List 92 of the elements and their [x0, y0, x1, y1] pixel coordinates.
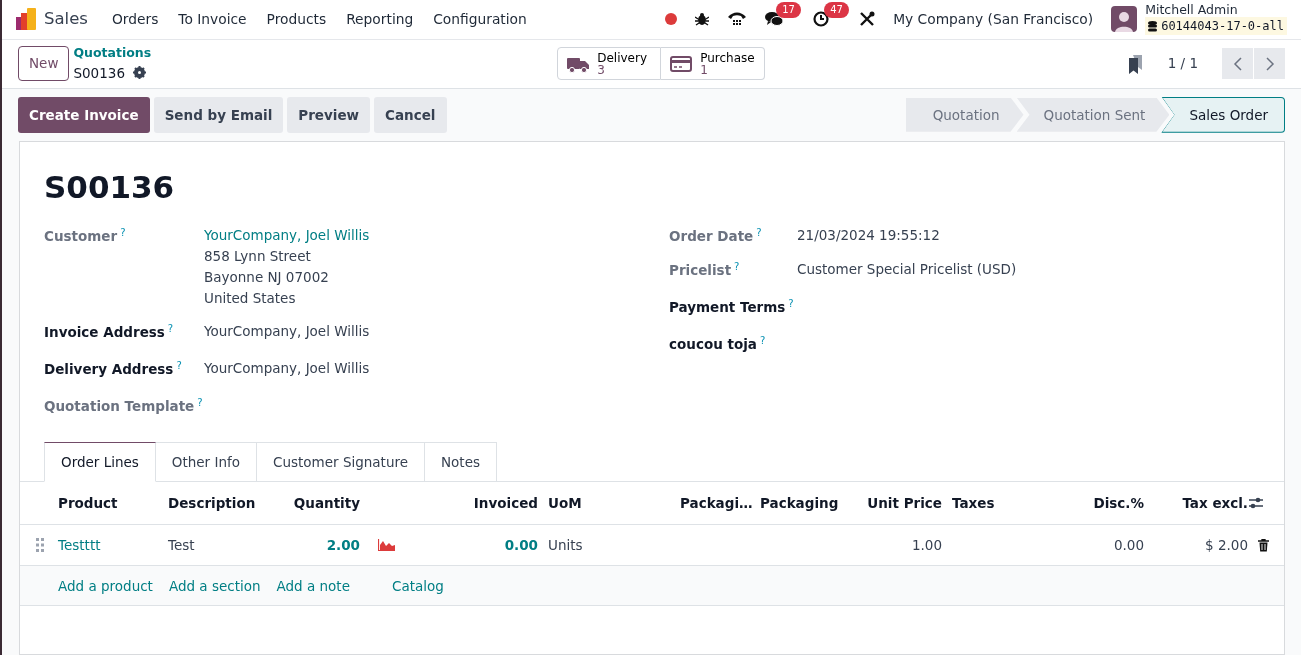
- database-name: 60144043-17-0-all: [1161, 18, 1284, 36]
- chevron-right-icon: [1264, 55, 1275, 72]
- column-header[interactable]: UoM: [538, 482, 670, 525]
- app-name[interactable]: Sales: [36, 6, 102, 32]
- menu-item[interactable]: Products: [256, 8, 337, 30]
- table-cell-text: Test: [168, 536, 196, 556]
- tab[interactable]: Customer Signature: [257, 442, 425, 483]
- clock-icon[interactable]: [813, 11, 830, 28]
- table-cell-text: 1.00: [910, 536, 942, 556]
- menu-item[interactable]: Configuration: [423, 8, 537, 30]
- table-cell-text: 0.00: [1112, 536, 1144, 556]
- tab[interactable]: Notes: [425, 442, 497, 483]
- drag-handle-icon[interactable]: [36, 538, 44, 553]
- help-mark[interactable]: ?: [759, 335, 766, 347]
- field-value: United States: [204, 289, 297, 309]
- action-button[interactable]: Cancel: [374, 96, 447, 133]
- chevron-left-icon: [1232, 55, 1243, 72]
- new-button[interactable]: New: [18, 46, 70, 81]
- menu-item[interactable]: Orders: [101, 8, 169, 30]
- table-cell-text: Units: [547, 536, 584, 556]
- activity-count-badge: 47: [824, 2, 849, 19]
- column-header[interactable]: Taxes: [942, 482, 1051, 525]
- action-button[interactable]: Preview: [287, 96, 371, 133]
- app-logo-icon[interactable]: [16, 8, 36, 31]
- add-line-link[interactable]: Add a note: [276, 575, 350, 596]
- area-chart-icon[interactable]: [378, 539, 395, 552]
- help-mark[interactable]: ?: [788, 298, 794, 310]
- action-button[interactable]: Create Invoice: [18, 96, 150, 133]
- bookmark-icon[interactable]: [1127, 53, 1144, 74]
- column-header[interactable]: Unit Price: [851, 482, 942, 525]
- smart-button[interactable]: Delivery 3: [557, 47, 662, 81]
- add-line-link[interactable]: Add a product: [58, 575, 153, 596]
- record-name: S00136: [73, 63, 125, 83]
- menu-item[interactable]: To Invoice: [168, 8, 257, 30]
- product-link[interactable]: Testttt: [58, 525, 168, 566]
- column-header[interactable]: Description: [168, 482, 273, 525]
- trash-icon[interactable]: [1258, 538, 1269, 552]
- pager-value: 1 / 1: [1167, 54, 1198, 74]
- tab[interactable]: Other Info: [155, 442, 257, 483]
- column-header[interactable]: Packagi…: [670, 482, 750, 525]
- field-label: Quotation Template: [44, 398, 195, 415]
- smart-button[interactable]: Purchase 1: [661, 47, 766, 81]
- column-settings-icon[interactable]: [1248, 496, 1264, 511]
- help-mark[interactable]: ?: [176, 360, 182, 372]
- action-button[interactable]: Send by Email: [153, 96, 284, 133]
- help-mark[interactable]: ?: [756, 227, 762, 239]
- field-value: 858 Lynn Street: [204, 247, 312, 267]
- status-stage[interactable]: Quotation: [904, 96, 1025, 133]
- field-label: Payment Terms: [669, 299, 786, 316]
- table-cell-text: 2.00: [325, 536, 360, 556]
- help-mark[interactable]: ?: [197, 397, 203, 409]
- tab[interactable]: Order Lines: [44, 442, 156, 483]
- field-label: Customer: [44, 228, 118, 245]
- settings-icon[interactable]: [132, 66, 146, 80]
- table-cell-text: 0.00: [503, 536, 538, 556]
- help-mark[interactable]: ?: [734, 261, 740, 273]
- message-count-badge: 17: [776, 2, 801, 19]
- database-icon: [1148, 20, 1158, 32]
- field-value: Bayonne NJ 07002: [204, 268, 330, 288]
- user-name: Mitchell Admin: [1145, 3, 1239, 18]
- record-title: S00136: [43, 167, 176, 207]
- help-mark[interactable]: ?: [120, 227, 126, 239]
- menu-item[interactable]: Reporting: [336, 8, 424, 30]
- column-header[interactable]: Product: [58, 482, 168, 525]
- breadcrumb-link[interactable]: Quotations: [73, 44, 152, 63]
- customer-link[interactable]: YourCompany, Joel Willis: [204, 225, 370, 247]
- field-value: YourCompany, Joel Willis: [204, 359, 370, 379]
- column-header[interactable]: Invoiced: [400, 482, 538, 525]
- field-label: Pricelist: [669, 262, 732, 279]
- tools-icon[interactable]: [859, 11, 876, 28]
- credit-card-icon: [670, 54, 693, 73]
- field-label: Invoice Address: [44, 324, 165, 341]
- column-header[interactable]: Tax excl.: [1144, 482, 1248, 525]
- field-label: Order Date: [669, 228, 754, 245]
- add-line-link[interactable]: Add a section: [168, 575, 261, 596]
- add-line-link[interactable]: Catalog: [391, 575, 444, 596]
- record-dot-icon[interactable]: [665, 13, 678, 26]
- table-cell-text: $ 2.00: [1204, 536, 1248, 556]
- field-value: YourCompany, Joel Willis: [204, 322, 370, 342]
- phone-icon[interactable]: [727, 11, 748, 28]
- field-value: Customer Special Pricelist (USD): [797, 260, 1017, 280]
- bug-icon[interactable]: [695, 12, 710, 27]
- field-label: Delivery Address: [44, 361, 174, 378]
- field-label: coucou toja: [669, 336, 757, 353]
- status-stage[interactable]: Sales Order: [1161, 96, 1285, 133]
- avatar-icon[interactable]: [1111, 6, 1138, 33]
- column-header[interactable]: Quantity: [273, 482, 360, 525]
- field-value: 21/03/2024 19:55:12: [797, 226, 940, 246]
- company-switcher[interactable]: My Company (San Francisco): [893, 8, 1094, 30]
- status-stage[interactable]: Quotation Sent: [1015, 96, 1171, 133]
- help-mark[interactable]: ?: [167, 323, 174, 335]
- column-header[interactable]: Disc.%: [1051, 482, 1144, 525]
